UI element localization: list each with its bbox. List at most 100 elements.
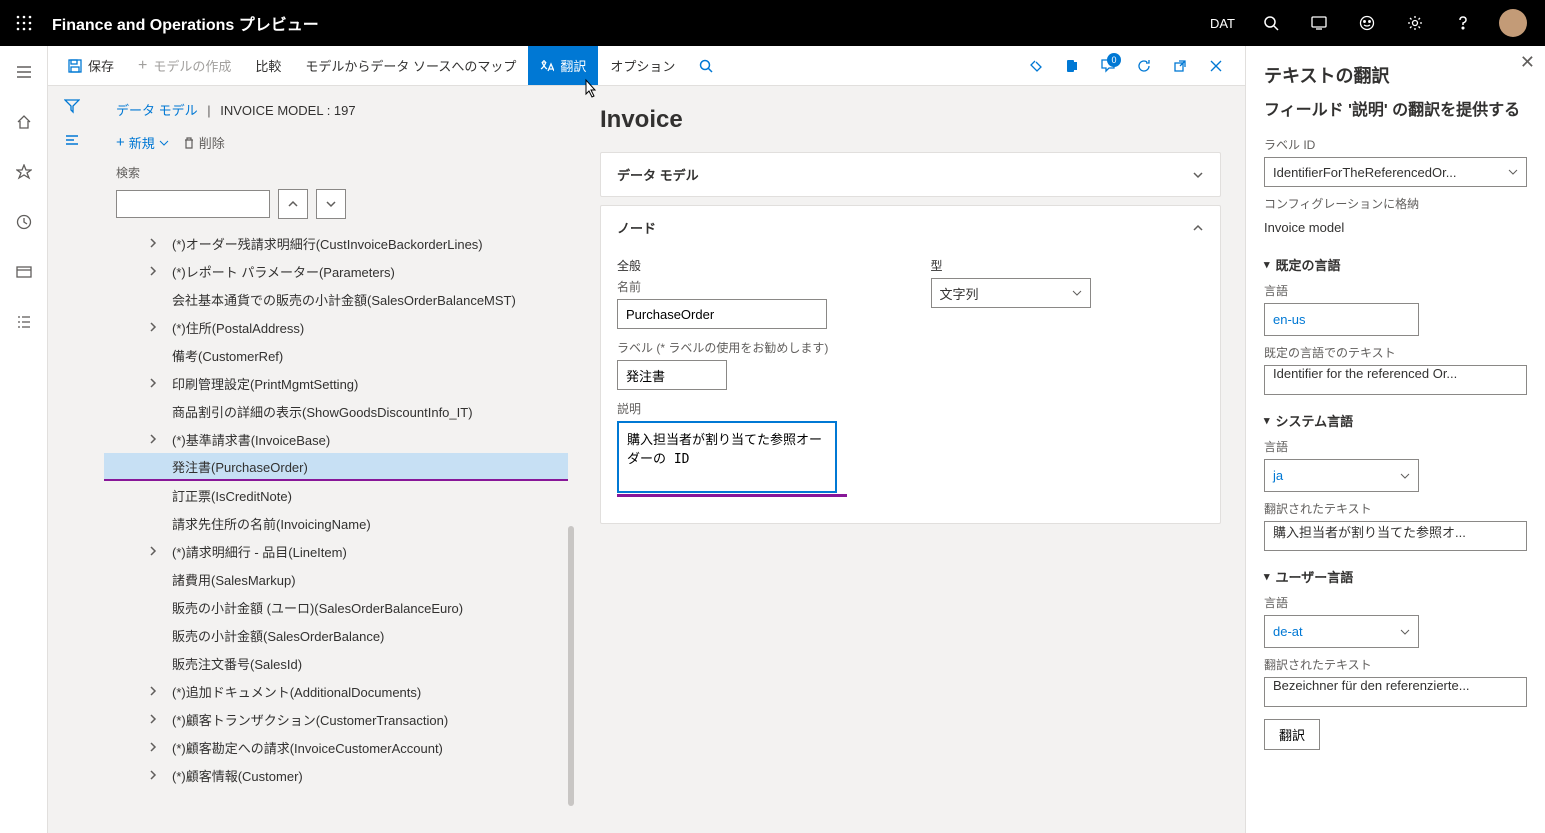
user-lang-header[interactable]: ▾ユーザー言語 (1264, 567, 1527, 586)
tree-item[interactable]: (*)住所(PostalAddress) (104, 313, 568, 341)
tree-item[interactable]: 備考(CustomerRef) (104, 341, 568, 369)
highlight-bar (617, 494, 847, 497)
tree-item[interactable]: (*)請求明細行 - 品目(LineItem) (104, 537, 568, 565)
modules-icon[interactable] (8, 306, 40, 338)
tree-item-label: 商品割引の詳細の表示(ShowGoodsDiscountInfo_IT) (172, 402, 473, 421)
popout-icon[interactable] (1165, 51, 1195, 81)
tree-item[interactable]: (*)追加ドキュメント(AdditionalDocuments) (104, 677, 568, 705)
user-lang-select[interactable]: de-at (1264, 615, 1419, 648)
close-icon[interactable] (1201, 51, 1231, 81)
default-text-field[interactable]: Identifier for the referenced Or... (1264, 365, 1527, 395)
refresh-icon[interactable] (1129, 51, 1159, 81)
create-model-button[interactable]: +モデルの作成 (126, 46, 243, 85)
options-button[interactable]: オプション (598, 46, 687, 85)
settings-icon[interactable] (1393, 0, 1437, 46)
chevron-right-icon (148, 714, 164, 724)
app-title: Finance and Operations プレビュー (52, 11, 1200, 35)
star-icon[interactable] (8, 156, 40, 188)
name-field[interactable] (617, 299, 827, 329)
name-label: 名前 (617, 278, 891, 295)
tree-item-label: 印刷管理設定(PrintMgmtSetting) (172, 374, 358, 393)
tree-item-label: 諸費用(SalesMarkup) (172, 570, 296, 589)
tree-item[interactable]: 会社基本通貨での販売の小計金額(SalesOrderBalanceMST) (104, 285, 568, 313)
save-button[interactable]: 保存 (56, 46, 126, 85)
label-field[interactable] (617, 360, 727, 390)
map-model-button[interactable]: モデルからデータ ソースへのマップ (293, 46, 528, 85)
search-label: 検索 (96, 160, 576, 185)
tree-item-label: (*)基準請求書(InvoiceBase) (172, 430, 330, 449)
home-icon[interactable] (8, 106, 40, 138)
chevron-right-icon (148, 238, 164, 248)
company-code[interactable]: DAT (1200, 16, 1245, 31)
chevron-right-icon (148, 686, 164, 696)
delete-button[interactable]: 削除 (183, 133, 225, 152)
details-panel: Invoice データ モデル ノード (576, 86, 1245, 833)
clock-icon[interactable] (8, 206, 40, 238)
user-translated-field[interactable]: Bezeichner für den referenzierte... (1264, 677, 1527, 707)
label-id-select[interactable]: IdentifierForTheReferencedOr... (1264, 157, 1527, 187)
tree-item-label: (*)住所(PostalAddress) (172, 318, 304, 337)
attach-icon[interactable] (1021, 51, 1051, 81)
section-data-model[interactable]: データ モデル (601, 153, 1220, 196)
system-lang-select[interactable]: ja (1264, 459, 1419, 492)
tree-item[interactable]: 発注書(PurchaseOrder) (104, 453, 568, 481)
search-icon[interactable] (1249, 0, 1293, 46)
chevron-right-icon (148, 322, 164, 332)
tree-item-label: (*)追加ドキュメント(AdditionalDocuments) (172, 682, 421, 701)
feedback-icon[interactable] (1345, 0, 1389, 46)
tree-item-label: 販売注文番号(SalesId) (172, 654, 302, 673)
chevron-up-icon (1192, 222, 1204, 234)
help-icon[interactable] (1441, 0, 1485, 46)
app-launcher-icon[interactable] (8, 7, 40, 39)
hamburger-icon[interactable] (8, 56, 40, 88)
search-command-icon[interactable] (687, 46, 725, 85)
tree-item[interactable]: (*)顧客情報(Customer) (104, 761, 568, 789)
workspace-icon[interactable] (8, 256, 40, 288)
scrollbar[interactable] (568, 526, 574, 806)
search-next-button[interactable] (316, 189, 346, 219)
tree-panel: データ モデル | INVOICE MODEL : 197 +新規 削除 検索 (96, 86, 576, 833)
tree-item[interactable]: 販売の小計金額(SalesOrderBalance) (104, 621, 568, 649)
list-toggle-icon[interactable] (64, 132, 80, 148)
office-icon[interactable] (1057, 51, 1087, 81)
tree-item-label: (*)顧客情報(Customer) (172, 766, 303, 785)
desc-field[interactable] (617, 421, 837, 493)
type-select[interactable]: 文字列 (931, 278, 1091, 308)
tree-item[interactable]: 印刷管理設定(PrintMgmtSetting) (104, 369, 568, 397)
tree-item[interactable]: (*)顧客勘定への請求(InvoiceCustomerAccount) (104, 733, 568, 761)
chevron-down-icon (1192, 169, 1204, 181)
tree-item[interactable]: 販売注文番号(SalesId) (104, 649, 568, 677)
section-node[interactable]: ノード (601, 206, 1220, 249)
tree-item[interactable]: (*)オーダー残請求明細行(CustInvoiceBackorderLines) (104, 229, 568, 257)
new-button[interactable]: +新規 (116, 133, 169, 152)
breadcrumb-root[interactable]: データ モデル (116, 103, 198, 118)
tree-item-label: 販売の小計金額 (ユーロ)(SalesOrderBalanceEuro) (172, 598, 463, 617)
default-lang-value[interactable]: en-us (1264, 303, 1419, 336)
chevron-right-icon (148, 546, 164, 556)
label-label: ラベル (* ラベルの使用をお勧めします) (617, 339, 891, 356)
search-input[interactable] (116, 190, 270, 218)
close-sidepane-icon[interactable]: ✕ (1520, 52, 1535, 73)
tree-item[interactable]: 商品割引の詳細の表示(ShowGoodsDiscountInfo_IT) (104, 397, 568, 425)
translate-action-button[interactable]: 翻訳 (1264, 719, 1320, 750)
tree-item[interactable]: 販売の小計金額 (ユーロ)(SalesOrderBalanceEuro) (104, 593, 568, 621)
system-translated-field[interactable]: 購入担当者が割り当てた参照オ... (1264, 521, 1527, 551)
monitor-icon[interactable] (1297, 0, 1341, 46)
tree-item[interactable]: (*)レポート パラメーター(Parameters) (104, 257, 568, 285)
compare-button[interactable]: 比較 (243, 46, 293, 85)
default-lang-header[interactable]: ▾既定の言語 (1264, 255, 1527, 274)
tree-item[interactable]: 諸費用(SalesMarkup) (104, 565, 568, 593)
filter-icon[interactable] (64, 98, 80, 114)
tree-item[interactable]: 請求先住所の名前(InvoicingName) (104, 509, 568, 537)
tree-item[interactable]: (*)顧客トランザクション(CustomerTransaction) (104, 705, 568, 733)
search-prev-button[interactable] (278, 189, 308, 219)
tree-item-label: (*)顧客トランザクション(CustomerTransaction) (172, 710, 448, 729)
user-avatar[interactable] (1499, 9, 1527, 37)
left-nav-rail (0, 46, 48, 833)
translate-button[interactable]: 翻訳 (528, 46, 598, 85)
tree-item[interactable]: 訂正票(IsCreditNote) (104, 481, 568, 509)
label-id-label: ラベル ID (1264, 136, 1527, 153)
tree-item[interactable]: (*)基準請求書(InvoiceBase) (104, 425, 568, 453)
system-lang-header[interactable]: ▾システム言語 (1264, 411, 1527, 430)
messages-icon[interactable]: 0 (1093, 51, 1123, 81)
